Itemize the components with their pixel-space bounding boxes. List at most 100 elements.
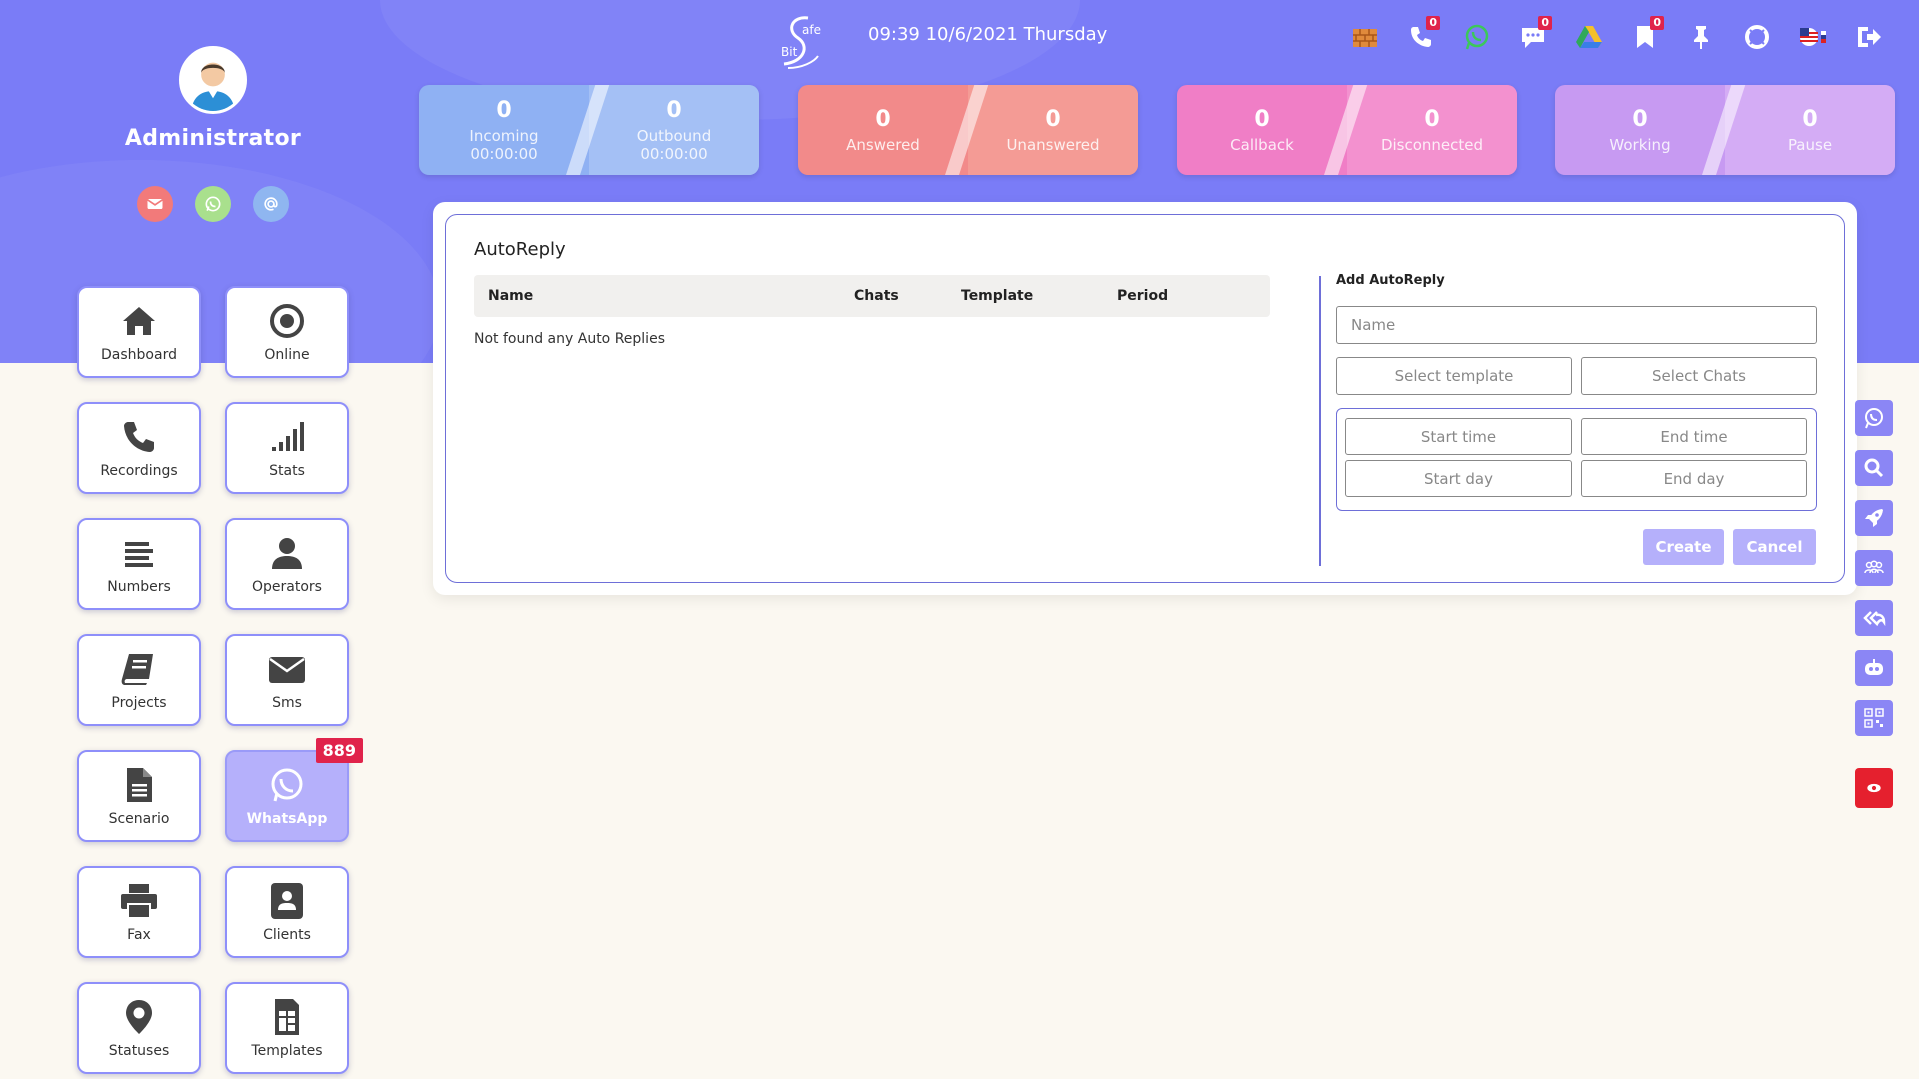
clock-display: 09:39 10/6/2021 Thursday — [868, 24, 1108, 45]
stat-caption: Working — [1609, 135, 1671, 154]
email-icon[interactable] — [137, 186, 173, 222]
nav-templates[interactable]: Templates — [225, 982, 349, 1074]
start-time-input[interactable]: Start time — [1345, 418, 1572, 455]
nav-online[interactable]: Online — [225, 286, 349, 378]
page-title: AutoReply — [474, 239, 566, 260]
end-time-input[interactable]: End time — [1581, 418, 1807, 455]
nav-label: Scenario — [108, 811, 170, 827]
nav-statuses[interactable]: Statuses — [77, 982, 201, 1074]
end-day-input[interactable]: End day — [1581, 460, 1807, 497]
end-time-label: End time — [1660, 427, 1728, 446]
stat-incoming[interactable]: 0 Incoming 00:00:00 — [419, 85, 589, 175]
search-icon[interactable] — [1855, 450, 1893, 486]
whatsapp-icon — [271, 768, 303, 802]
stat-value: 0 — [1254, 106, 1270, 132]
nav-operators[interactable]: Operators — [225, 518, 349, 610]
select-chats[interactable]: Select Chats — [1581, 357, 1817, 395]
book-icon — [121, 654, 153, 685]
end-day-label: End day — [1663, 469, 1725, 488]
stat-caption: Pause — [1787, 135, 1833, 154]
stat-duration: 00:00:00 — [640, 144, 708, 163]
profile-block: Administrator — [93, 46, 333, 151]
stat-outbound[interactable]: 0 Outbound 00:00:00 — [589, 85, 759, 175]
nav-dashboard[interactable]: Dashboard — [77, 286, 201, 378]
callback-badge: 0 — [1426, 16, 1440, 30]
stat-answered[interactable]: 0 Answered — [798, 85, 968, 175]
qr-code-icon[interactable] — [1855, 700, 1893, 736]
profile-name: Administrator — [124, 126, 302, 151]
stat-answered-unanswered: 0 Answered 0 Unanswered — [798, 85, 1138, 175]
nav-label: WhatsApp — [246, 811, 328, 827]
nav-label: Clients — [263, 927, 311, 943]
column-name[interactable]: Name — [488, 288, 533, 304]
bookmark-icon[interactable]: 0 — [1626, 16, 1664, 54]
panel-divider — [1319, 276, 1321, 566]
firewall-icon[interactable] — [1346, 20, 1384, 54]
whatsapp-icon[interactable] — [1855, 400, 1893, 436]
stat-value: 0 — [1045, 106, 1061, 132]
nav-whatsapp[interactable]: WhatsApp 889 — [225, 738, 363, 842]
nav-label: Templates — [251, 1043, 323, 1059]
at-sign-icon[interactable] — [253, 186, 289, 222]
column-template[interactable]: Template — [961, 288, 1033, 304]
stat-incoming-outbound: 0 Incoming 00:00:00 0 Outbound 00:00:00 — [419, 85, 759, 175]
users-group-icon[interactable] — [1855, 550, 1893, 586]
signal-bars-icon — [272, 422, 304, 451]
contact-card-icon — [271, 883, 303, 919]
start-day-label: Start day — [1423, 469, 1493, 488]
logout-icon[interactable] — [1850, 20, 1888, 54]
home-icon — [123, 307, 155, 335]
nav-sms[interactable]: Sms — [225, 634, 349, 726]
rocket-icon[interactable] — [1855, 500, 1893, 536]
contact-icons — [137, 186, 289, 222]
phone-icon — [124, 422, 154, 452]
phone-callback-icon[interactable]: 0 — [1402, 16, 1440, 54]
reply-all-icon[interactable] — [1855, 600, 1893, 636]
nav-projects[interactable]: Projects — [77, 634, 201, 726]
column-chats[interactable]: Chats — [854, 288, 899, 304]
lifebuoy-icon[interactable] — [1738, 20, 1776, 54]
bookmark-badge: 0 — [1650, 16, 1664, 30]
logo-text-bottom: Bit — [781, 45, 798, 59]
nav-label: Fax — [127, 927, 151, 943]
nav-fax[interactable]: Fax — [77, 866, 201, 958]
whatsapp-icon[interactable] — [1458, 20, 1496, 54]
cancel-button[interactable]: Cancel — [1733, 529, 1816, 565]
column-period[interactable]: Period — [1117, 288, 1168, 304]
name-placeholder: Name — [1351, 316, 1396, 334]
create-button[interactable]: Create — [1643, 529, 1724, 565]
stat-value: 0 — [1424, 106, 1440, 132]
pin-icon[interactable] — [1682, 20, 1720, 54]
nav-numbers[interactable]: Numbers — [77, 518, 201, 610]
nav-grid: Dashboard Online Recordings Stats Number… — [77, 286, 363, 1074]
avatar[interactable] — [179, 46, 247, 114]
stat-caption: Answered — [846, 135, 920, 154]
stat-disconnected[interactable]: 0 Disconnected — [1347, 85, 1517, 175]
whatsapp-icon[interactable] — [195, 186, 231, 222]
stat-caption: Callback — [1230, 135, 1294, 154]
alert-eye-icon[interactable] — [1855, 768, 1893, 808]
stat-working[interactable]: 0 Working — [1555, 85, 1725, 175]
printer-icon — [121, 884, 157, 919]
nav-stats[interactable]: Stats — [225, 402, 349, 494]
name-input[interactable]: Name — [1336, 306, 1817, 344]
nav-clients[interactable]: Clients — [225, 866, 349, 958]
template-icon — [275, 999, 299, 1035]
stat-callback[interactable]: 0 Callback — [1177, 85, 1347, 175]
chat-badge: 0 — [1538, 16, 1552, 30]
nav-recordings[interactable]: Recordings — [77, 402, 201, 494]
stat-unanswered[interactable]: 0 Unanswered — [968, 85, 1138, 175]
table-header: Name Chats Template Period — [474, 275, 1270, 317]
radio-target-icon — [270, 304, 304, 338]
safebit-logo[interactable]: afe Bit — [778, 12, 824, 72]
list-lines-icon — [125, 542, 153, 567]
stat-pause[interactable]: 0 Pause — [1725, 85, 1895, 175]
language-flag-icon[interactable] — [1794, 20, 1832, 54]
chat-bubble-icon[interactable]: 0 — [1514, 16, 1552, 54]
google-drive-icon[interactable] — [1570, 20, 1608, 54]
robot-icon[interactable] — [1855, 650, 1893, 686]
select-template[interactable]: Select template — [1336, 357, 1572, 395]
nav-scenario[interactable]: Scenario — [77, 750, 201, 842]
start-day-input[interactable]: Start day — [1345, 460, 1572, 497]
nav-label: Operators — [252, 579, 322, 595]
